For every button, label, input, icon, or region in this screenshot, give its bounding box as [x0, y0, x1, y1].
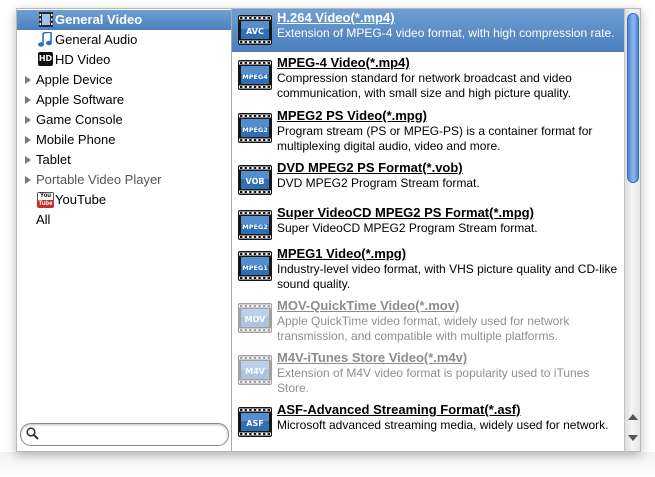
youtube-icon: You Tube: [37, 192, 54, 208]
format-description: Microsoft advanced streaming media, wide…: [277, 418, 609, 432]
category-mobile-phone[interactable]: Mobile Phone: [17, 130, 231, 150]
format-badge-text: ASF: [246, 419, 263, 428]
music-note-icon: [38, 32, 52, 47]
format-picker-panel: General Video General Audio HD HD Video …: [16, 8, 641, 452]
format-description: Apple QuickTime video format, widely use…: [277, 314, 570, 343]
format-row[interactable]: MPEG1 MPEG1 Video(*.mpg) Industry-level vi…: [232, 245, 624, 296]
format-name: MPEG-4 Video(*.mp4): [277, 55, 410, 70]
category-general-audio[interactable]: General Audio: [17, 30, 231, 50]
category-label: Mobile Phone: [36, 132, 116, 147]
disclosure-triangle-icon[interactable]: [25, 96, 31, 104]
format-name: Super VideoCD MPEG2 PS Format(*.mpg): [277, 205, 534, 220]
category-label: Portable Video Player: [36, 172, 162, 187]
disclosure-triangle-icon[interactable]: [25, 176, 31, 184]
category-label: Apple Software: [36, 92, 125, 107]
category-label: Tablet: [36, 152, 71, 167]
format-badge-text: VOB: [246, 177, 265, 186]
format-description: Industry-level video format, with VHS pi…: [277, 262, 618, 291]
category-youtube[interactable]: You Tube YouTube: [17, 190, 231, 210]
category-label: Apple Device: [36, 72, 113, 87]
window-shadow: [0, 452, 655, 477]
format-row[interactable]: AVC H.264 Video(*.mp4) Extension of MPEG-4…: [232, 9, 624, 52]
film-format-icon: VOB: [238, 165, 272, 195]
disclosure-triangle-icon[interactable]: [25, 76, 31, 84]
category-game-console[interactable]: Game Console: [17, 110, 231, 130]
format-description: Extension of M4V video format is popular…: [277, 366, 590, 395]
format-description: Program stream (PS or MPEG-PS) is a cont…: [277, 124, 593, 153]
format-name: MPEG2 PS Video(*.mpg): [277, 108, 428, 123]
category-hd-video[interactable]: HD HD Video: [17, 50, 231, 70]
format-name: MPEG1 Video(*.mpg): [277, 246, 407, 261]
format-badge-text: M4V: [245, 367, 266, 376]
format-row[interactable]: MOV MOV-QuickTime Video(*.mov) Apple Quick…: [232, 297, 624, 348]
format-badge-text: MPEG2: [242, 126, 268, 134]
format-badge-text: MPEG4: [242, 73, 268, 81]
search-input[interactable]: [43, 426, 225, 443]
disclosure-triangle-icon[interactable]: [25, 156, 31, 164]
format-description: Super VideoCD MPEG2 Program Stream forma…: [277, 221, 538, 235]
category-label: HD Video: [55, 52, 111, 67]
format-badge-text: MOV: [245, 315, 267, 324]
disclosure-triangle-icon[interactable]: [25, 116, 31, 124]
film-format-icon: MPEG2: [238, 210, 272, 240]
category-label: General Video: [55, 12, 143, 27]
category-label: All: [36, 212, 51, 227]
category-apple-software[interactable]: Apple Software: [17, 90, 231, 110]
film-format-icon: ASF: [238, 407, 272, 437]
category-label: YouTube: [55, 192, 107, 207]
category-label: Game Console: [36, 112, 123, 127]
category-all[interactable]: All: [17, 210, 231, 230]
category-portable-video-player[interactable]: Portable Video Player: [17, 170, 231, 190]
format-badge-text: MPEG2: [242, 223, 268, 231]
format-row[interactable]: MPEG2 MPEG2 PS Video(*.mpg) Program stream…: [232, 107, 624, 158]
film-format-icon: MPEG1: [238, 251, 272, 281]
category-label: General Audio: [55, 32, 138, 47]
vertical-scrollbar[interactable]: [624, 9, 640, 451]
scrollbar-thumb[interactable]: [627, 13, 639, 183]
format-name: DVD MPEG2 PS Format(*.vob): [277, 160, 463, 175]
format-name: MOV-QuickTime Video(*.mov): [277, 298, 460, 313]
format-list: AVC H.264 Video(*.mp4) Extension of MPEG-4…: [232, 9, 624, 451]
category-apple-device[interactable]: Apple Device: [17, 70, 231, 90]
scroll-up-arrow-icon[interactable]: [628, 414, 638, 420]
format-name: H.264 Video(*.mp4): [277, 10, 395, 25]
format-name: ASF-Advanced Streaming Format(*.asf): [277, 402, 521, 417]
format-row[interactable]: MPEG2 Super VideoCD MPEG2 PS Format(*.mpg…: [232, 204, 624, 244]
category-sidebar: General Video General Audio HD HD Video …: [17, 9, 232, 451]
format-description: Extension of MPEG-4 video format, with h…: [277, 26, 615, 40]
search-field[interactable]: [20, 423, 229, 446]
format-description: DVD MPEG2 Program Stream format.: [277, 176, 480, 190]
film-format-icon: MPEG4: [238, 60, 272, 90]
film-icon: [39, 12, 53, 27]
format-row[interactable]: ASF ASF-Advanced Streaming Format(*.asf) M…: [232, 401, 624, 446]
format-badge-text: AVC: [246, 27, 264, 36]
format-description: Compression standard for network broadca…: [277, 71, 572, 100]
category-general-video[interactable]: General Video: [17, 10, 231, 30]
search-icon: [26, 427, 39, 440]
disclosure-triangle-icon[interactable]: [25, 136, 31, 144]
film-format-icon: MOV: [238, 303, 272, 333]
format-row[interactable]: MPEG4 MPEG-4 Video(*.mp4) Compression stan…: [232, 54, 624, 106]
hd-icon: HD: [38, 52, 53, 66]
film-format-icon: AVC: [238, 15, 272, 45]
format-badge-text: MPEG1: [242, 264, 268, 272]
film-format-icon: MPEG2: [238, 113, 272, 143]
format-row[interactable]: VOB DVD MPEG2 PS Format(*.vob) DVD MPEG2 P…: [232, 159, 624, 203]
category-tablet[interactable]: Tablet: [17, 150, 231, 170]
film-format-icon: M4V: [238, 355, 272, 385]
format-row[interactable]: M4V M4V-iTunes Store Video(*.m4v) Extensio…: [232, 349, 624, 400]
format-name: M4V-iTunes Store Video(*.m4v): [277, 350, 468, 365]
scroll-down-arrow-icon[interactable]: [628, 435, 638, 441]
